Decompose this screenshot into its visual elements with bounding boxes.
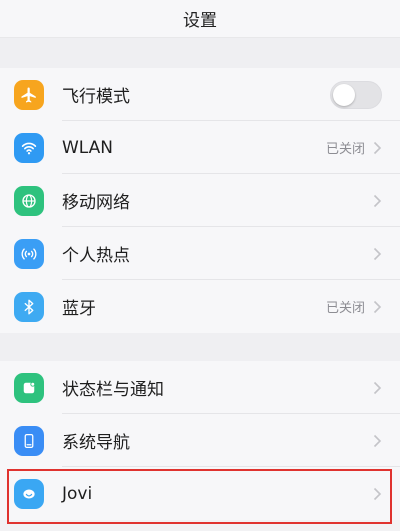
network-settings-group: 飞行模式 WLAN 已关闭 移动网络 个人热点 蓝牙 已关闭 <box>0 68 400 333</box>
section-spacer <box>0 38 400 68</box>
settings-item-label: Jovi <box>62 483 93 504</box>
page-title: 设置 <box>183 11 217 31</box>
settings-item-label: 系统导航 <box>62 433 130 453</box>
settings-item-label: 个人热点 <box>62 246 130 266</box>
wifi-icon <box>14 132 44 163</box>
chevron-right-icon <box>373 487 382 501</box>
jovi-icon <box>14 478 44 509</box>
hotspot-icon <box>14 238 44 269</box>
chevron-right-icon <box>373 381 382 395</box>
chevron-right-icon <box>373 194 382 208</box>
navigation-icon <box>14 425 44 456</box>
page-title-bar: 设置 <box>0 0 400 38</box>
section-spacer <box>0 333 400 361</box>
chevron-right-icon <box>373 300 382 314</box>
chevron-right-icon <box>373 141 382 155</box>
settings-item-label: 蓝牙 <box>62 299 96 319</box>
status-text: 已关闭 <box>325 142 365 157</box>
toggle-knob <box>333 83 355 106</box>
bluetooth-icon <box>14 291 44 322</box>
settings-item-bluetooth[interactable]: 蓝牙 已关闭 <box>0 280 400 333</box>
airplane-mode-toggle[interactable] <box>330 80 382 109</box>
settings-item-label: WLAN <box>62 137 114 158</box>
settings-item-wlan[interactable]: WLAN 已关闭 <box>0 121 400 174</box>
settings-item-airplane-mode[interactable]: 飞行模式 <box>0 68 400 121</box>
chevron-right-icon <box>373 434 382 448</box>
settings-item-label: 飞行模式 <box>62 87 130 107</box>
settings-item-label: 移动网络 <box>62 193 130 213</box>
settings-item-jovi[interactable]: Jovi <box>0 467 400 520</box>
settings-item-system-navigation[interactable]: 系统导航 <box>0 414 400 467</box>
status-text: 已关闭 <box>325 301 365 316</box>
chevron-right-icon <box>373 247 382 261</box>
system-settings-group: 状态栏与通知 系统导航 Jovi <box>0 361 400 520</box>
notification-icon <box>14 372 44 403</box>
settings-item-label: 状态栏与通知 <box>62 380 164 400</box>
airplane-icon <box>14 79 44 110</box>
settings-item-status-bar-notifications[interactable]: 状态栏与通知 <box>0 361 400 414</box>
settings-item-personal-hotspot[interactable]: 个人热点 <box>0 227 400 280</box>
settings-item-mobile-network[interactable]: 移动网络 <box>0 174 400 227</box>
globe-icon <box>14 185 44 216</box>
